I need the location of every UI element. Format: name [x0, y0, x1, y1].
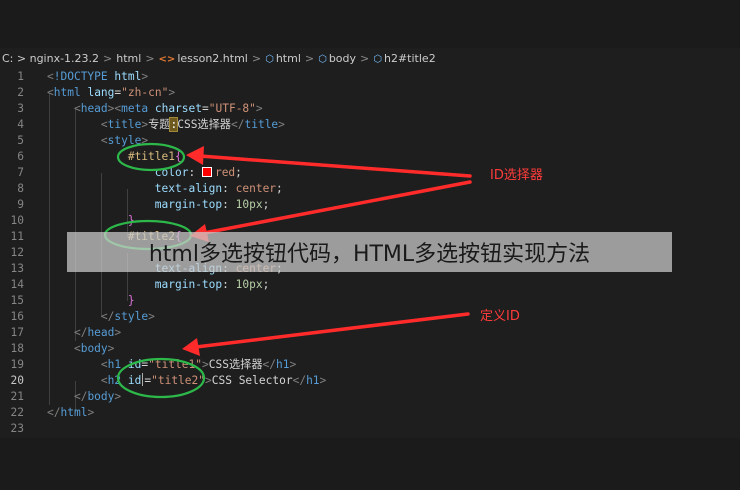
arrow-line-to-title1 — [198, 154, 472, 178]
annotation-label-id-selector: ID选择器 — [490, 168, 543, 183]
caption-banner: html多选按钮代码，HTML多选按钮实现方法 — [67, 232, 672, 272]
arrow-head-to-id — [182, 338, 200, 356]
arrow-line-to-title2 — [202, 180, 472, 235]
arrow-head-to-title1 — [186, 146, 204, 165]
caption-banner-text: html多选按钮代码，HTML多选按钮实现方法 — [148, 242, 591, 267]
screenshot: C: > nginx-1.23.2 > html > <> lesson2.htm… — [0, 0, 740, 490]
highlight-circle-title1-selector — [116, 142, 186, 172]
annotation-label-define-id: 定义ID — [480, 309, 520, 324]
highlight-circle-id-attributes — [116, 357, 206, 399]
arrow-line-to-id — [194, 312, 470, 349]
